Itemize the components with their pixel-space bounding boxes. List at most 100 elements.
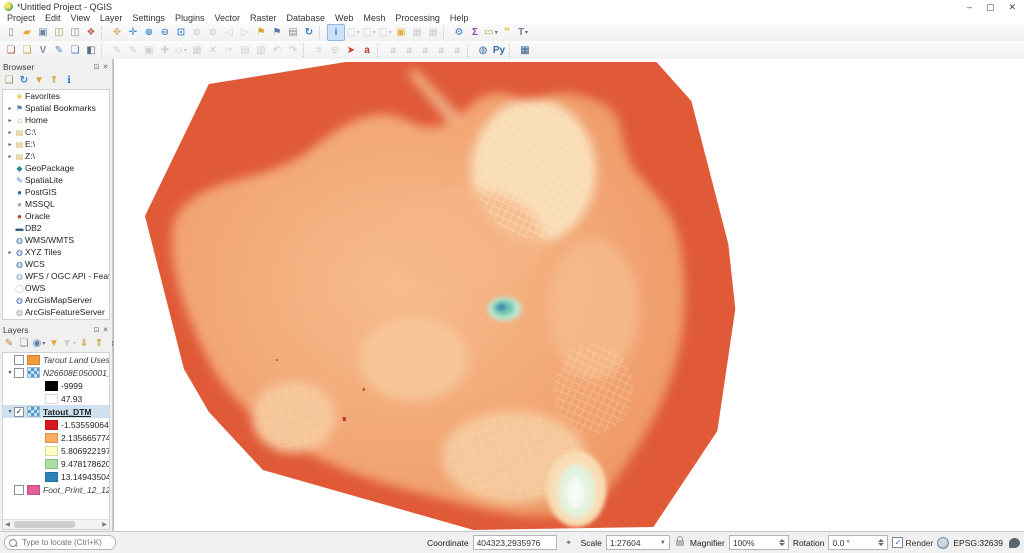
measure-line-button[interactable]: ▭▾	[483, 25, 499, 40]
browser-item-geopackage[interactable]: ◆GeoPackage	[3, 162, 109, 174]
expander-icon[interactable]: ▸	[6, 105, 14, 112]
close-button[interactable]: ✕	[1008, 2, 1016, 12]
menu-edit[interactable]: Edit	[40, 13, 66, 24]
expander-icon[interactable]: ▸	[6, 129, 14, 136]
add-vector-layer-button[interactable]: ❏	[19, 43, 35, 58]
properties-widget-button[interactable]: ℹ	[62, 73, 76, 88]
browser-item-wcs[interactable]: ◍WCS	[3, 258, 109, 270]
add-selected-layers-button[interactable]: ❏	[2, 73, 16, 88]
expand-all-layers-button[interactable]: ⇓	[77, 336, 91, 351]
expander-icon[interactable]: ▸	[6, 141, 14, 148]
label-rotate-button[interactable]: a	[433, 43, 449, 58]
scroll-right-icon[interactable]: ▶	[100, 521, 109, 528]
rotation-spinbox[interactable]: 0.0 °	[828, 535, 888, 550]
filter-browser-button[interactable]: ▼	[32, 73, 46, 88]
filter-by-expression-button[interactable]: ▼▾	[62, 336, 76, 351]
save-layer-edits-button[interactable]: ▣	[141, 43, 157, 58]
show-layout-manager-button[interactable]: ◫	[67, 25, 83, 40]
browser-item-arcgisfeatureserver[interactable]: ◍ArcGisFeatureServer	[3, 306, 109, 318]
redo-button[interactable]: ↷	[285, 43, 301, 58]
label-highlight-button[interactable]: a	[401, 43, 417, 58]
render-checkbox[interactable]: ✓ Render	[892, 537, 933, 548]
zoom-next-button[interactable]: ▷	[237, 25, 253, 40]
layer-visibility-checkbox[interactable]: ✓	[14, 407, 24, 417]
layer-visibility-checkbox[interactable]	[14, 485, 24, 495]
save-project-button[interactable]: ▣	[35, 25, 51, 40]
offset-point-symbols-button[interactable]: =	[311, 43, 327, 58]
copy-features-button[interactable]: ▤	[237, 43, 253, 58]
new-project-button[interactable]: ▯	[3, 25, 19, 40]
zoom-in-button[interactable]: ⊕	[141, 25, 157, 40]
open-attribute-table-button[interactable]: ▦	[409, 25, 425, 40]
browser-close-icon[interactable]: ✕	[101, 63, 110, 71]
pan-to-selection-button[interactable]: ✛	[125, 25, 141, 40]
new-print-layout-button[interactable]: ◫	[51, 25, 67, 40]
style-manager-button[interactable]: ❖	[83, 25, 99, 40]
scale-combobox[interactable]: 1:27604 ▼	[606, 535, 670, 550]
menu-vector[interactable]: Vector	[209, 13, 245, 24]
maximize-button[interactable]: ▢	[986, 2, 995, 12]
pan-map-button[interactable]: ✥	[109, 25, 125, 40]
delete-selected-button[interactable]: ✕	[205, 43, 221, 58]
dropdown-arrow-icon[interactable]: ▾	[389, 29, 392, 36]
refresh-map-button[interactable]: ↻	[301, 25, 317, 40]
scale-lock-icon[interactable]	[676, 540, 684, 546]
zoom-to-layer-button[interactable]: ⊙	[205, 25, 221, 40]
filter-legend-button[interactable]: ▼	[47, 336, 61, 351]
dropdown-arrow-icon[interactable]: ▾	[525, 29, 528, 36]
zoom-last-button[interactable]: ◁	[221, 25, 237, 40]
dropdown-arrow-icon[interactable]: ▾	[373, 29, 376, 36]
processing-toolbox-button[interactable]: ⚙	[451, 25, 467, 40]
browser-undock-icon[interactable]: ⊡	[92, 63, 101, 71]
legend-item-9999[interactable]: -9999	[3, 379, 109, 392]
manage-map-themes-button[interactable]: ◉▾	[32, 336, 46, 351]
new-spatialite-layer-button[interactable]: ✎	[51, 43, 67, 58]
expander-icon[interactable]: ▸	[6, 153, 14, 160]
menu-database[interactable]: Database	[282, 13, 331, 24]
text-annotation-button[interactable]: T▾	[515, 25, 531, 40]
layer-labeling-button[interactable]: a	[359, 43, 375, 58]
minimize-button[interactable]: –	[967, 2, 972, 12]
zoom-full-button[interactable]: ⊡	[173, 25, 189, 40]
map-canvas[interactable]	[113, 59, 1024, 532]
collapse-all-layers-button[interactable]: ⇑	[92, 336, 106, 351]
extents-toggle-icon[interactable]: ⌖	[561, 535, 577, 550]
browser-item-xyz-tiles[interactable]: ▸◍XYZ Tiles	[3, 246, 109, 258]
refresh-browser-button[interactable]: ↻	[17, 73, 31, 88]
show-bookmark-manager-button[interactable]: ▤	[285, 25, 301, 40]
select-by-value-button[interactable]: ▢▾	[361, 25, 377, 40]
dropdown-arrow-icon[interactable]: ▾	[495, 29, 498, 36]
crs-status[interactable]: EPSG:32639	[953, 538, 1003, 548]
menu-layer[interactable]: Layer	[95, 13, 128, 24]
messages-icon[interactable]	[1009, 538, 1020, 548]
layer-item-tatout-dtm[interactable]: ▾✓Tatout_DTM	[3, 405, 109, 418]
browser-item-z[interactable]: ▸▤Z:\	[3, 150, 109, 162]
expander-icon[interactable]: ▾	[6, 369, 14, 376]
paste-features-button[interactable]: ▥	[253, 43, 269, 58]
deselect-features-button[interactable]: ▢▾	[377, 25, 393, 40]
vertex-tool-button[interactable]: ◇▾	[173, 43, 189, 58]
magnifier-spinbox[interactable]: 100%	[729, 535, 789, 550]
coordinate-field[interactable]: 404323,2935976	[473, 535, 557, 550]
identify-features-button[interactable]: i	[327, 24, 345, 41]
plugin-manager-button[interactable]: ▦	[517, 43, 533, 58]
layers-close-icon[interactable]: ✕	[101, 326, 110, 334]
legend-item-1-53559064865112[interactable]: -1.53559064865112	[3, 418, 109, 431]
layers-horizontal-scrollbar[interactable]: ◀ ▶	[3, 519, 109, 529]
browser-item-ows[interactable]: ◯OWS	[3, 282, 109, 294]
layers-undock-icon[interactable]: ⊡	[92, 326, 101, 334]
legend-item-2-1356657743454[interactable]: 2.1356657743454	[3, 431, 109, 444]
layer-visibility-checkbox[interactable]	[14, 368, 24, 378]
spinner-arrows-icon[interactable]	[878, 539, 884, 546]
zoom-to-selection-button[interactable]: ⊙	[189, 25, 205, 40]
new-spatial-bookmark-button[interactable]: ⚑	[253, 25, 269, 40]
label-move-button[interactable]: a	[417, 43, 433, 58]
browser-item-home[interactable]: ▸⌂Home	[3, 114, 109, 126]
modify-attributes-button[interactable]: ▦	[189, 43, 205, 58]
layer-item-foot-print-12-12-landuse[interactable]: Foot_Print_12_12_landuse	[3, 483, 109, 496]
browser-item-e[interactable]: ▸▤E:\	[3, 138, 109, 150]
browser-item-oracle[interactable]: ●Oracle	[3, 210, 109, 222]
legend-item-13-149435043335[interactable]: 13.149435043335	[3, 470, 109, 483]
browser-item-c[interactable]: ▸▤C:\	[3, 126, 109, 138]
dropdown-arrow-icon[interactable]: ▾	[357, 29, 360, 36]
